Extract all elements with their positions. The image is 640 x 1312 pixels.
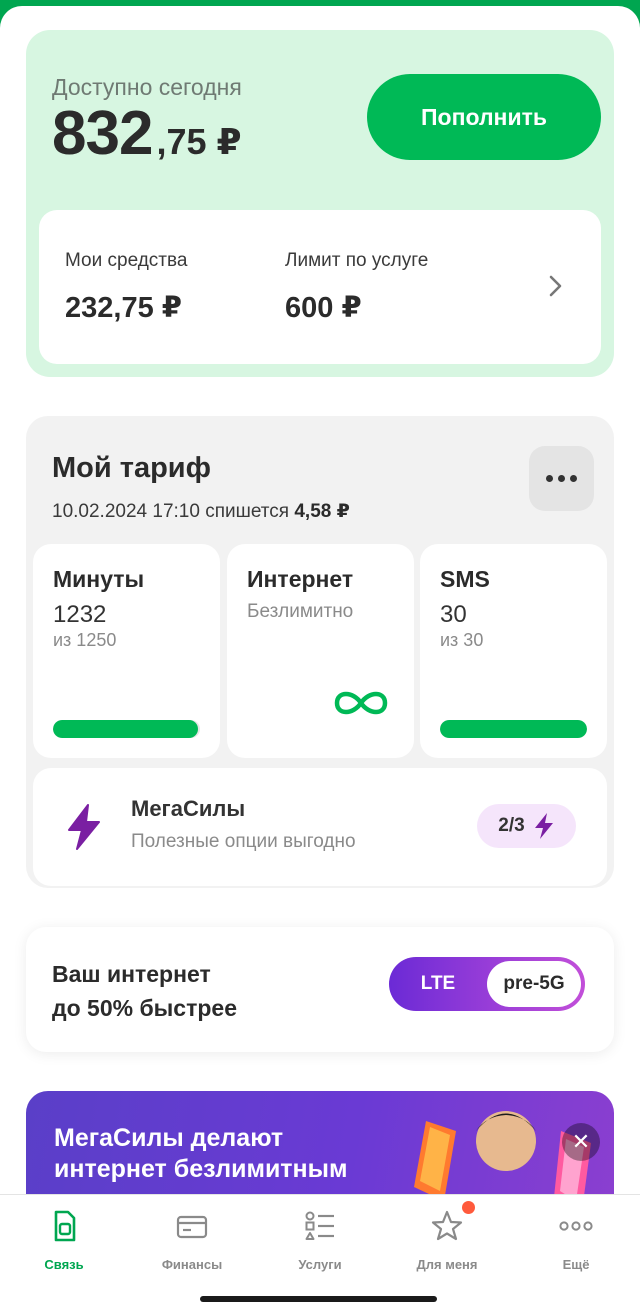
megasily-title: МегаСилы — [131, 796, 246, 821]
topup-button[interactable]: Пополнить — [367, 74, 601, 160]
sms-total: из 30 — [440, 630, 484, 650]
megasily-row[interactable]: МегаСилы Полезные опции выгодно 2/3 — [33, 768, 607, 886]
notification-dot — [462, 1201, 475, 1214]
wallet-icon — [176, 1215, 208, 1239]
lightning-icon — [68, 804, 100, 850]
my-funds-label: Мои средства — [65, 250, 188, 271]
sms-progress-fill — [440, 720, 587, 738]
network-speed-card[interactable]: Ваш интернет до 50% быстрее LTE pre-5G — [26, 927, 614, 1052]
sms-title: SMS — [440, 566, 490, 592]
network-promo-text: Ваш интернет до 50% быстрее — [52, 957, 237, 1025]
megasily-badge-count: 2/3 — [498, 815, 525, 836]
tariff-charge-text: 10.02.2024 17:10 спишется — [52, 501, 290, 522]
my-funds-value: 232,75 ₽ — [65, 292, 182, 324]
balance-amount: 832 ,75 ₽ — [52, 98, 242, 169]
promo-line-1: МегаСилы делают — [54, 1124, 284, 1152]
internet-value: Безлимитно — [247, 601, 354, 622]
nav-label-svyaz: Связь — [44, 1257, 84, 1272]
balance-card: Доступно сегодня 832 ,75 ₽ Пополнить Мои… — [26, 30, 614, 377]
chevron-right-icon[interactable] — [543, 274, 567, 298]
bottom-nav: Связь Финансы Услуги Для меня Ещё — [0, 1194, 640, 1312]
balance-amount-fraction: ,75 ₽ — [156, 121, 242, 162]
services-list-icon — [305, 1211, 334, 1240]
tariff-card: Мой тариф 10.02.2024 17:10 спишется 4,58… — [26, 416, 614, 888]
nav-label-services: Услуги — [298, 1257, 342, 1272]
lightning-small-icon — [534, 813, 553, 839]
internet-title: Интернет — [247, 566, 354, 592]
service-limit-value: 600 ₽ — [285, 292, 362, 324]
nav-label-finance: Финансы — [161, 1257, 223, 1272]
more-dots-icon — [559, 1221, 593, 1231]
network-option-pre5g[interactable]: pre-5G — [487, 961, 581, 1007]
balance-amount-integer: 832 — [52, 99, 153, 168]
nav-label-more: Ещё — [562, 1257, 590, 1272]
service-limit-label: Лимит по услуге — [285, 250, 429, 271]
minutes-tile[interactable]: Минуты 1232 из 1250 — [33, 544, 220, 758]
tariff-more-button[interactable] — [529, 446, 594, 511]
infinity-icon — [334, 691, 388, 715]
tariff-charge-amount: 4,58 ₽ — [294, 501, 350, 522]
home-indicator[interactable] — [200, 1296, 437, 1302]
megasily-subtitle: Полезные опции выгодно — [131, 831, 356, 852]
my-funds: Мои средства 232,75 ₽ — [65, 250, 187, 325]
nav-item-services[interactable]: Услуги — [265, 1209, 375, 1272]
network-option-lte[interactable]: LTE — [389, 957, 487, 1011]
nav-item-finance[interactable]: Финансы — [137, 1209, 247, 1272]
sms-value: 30 — [440, 601, 467, 628]
nav-item-for-me[interactable]: Для меня — [392, 1209, 502, 1272]
megasily-badge: 2/3 — [477, 804, 576, 848]
minutes-progress-bar — [53, 720, 200, 738]
tariff-charge-info: 10.02.2024 17:10 спишется 4,58 ₽ — [52, 500, 350, 523]
promo-text: МегаСилы делают интернет безлимитным — [54, 1123, 348, 1185]
app-screen: Доступно сегодня 832 ,75 ₽ Пополнить Мои… — [0, 6, 640, 1312]
tariff-title: Мой тариф — [52, 452, 212, 484]
sms-progress-bar — [440, 720, 587, 738]
service-limit: Лимит по услуге 600 ₽ — [285, 250, 428, 325]
close-icon[interactable]: ✕ — [562, 1123, 600, 1161]
network-mode-toggle[interactable]: LTE pre-5G — [389, 957, 585, 1011]
minutes-value: 1232 — [53, 601, 107, 628]
funds-breakdown[interactable]: Мои средства 232,75 ₽ Лимит по услуге 60… — [39, 210, 601, 364]
balance-label: Доступно сегодня — [52, 74, 242, 100]
nav-item-more[interactable]: Ещё — [521, 1209, 631, 1272]
minutes-title: Минуты — [53, 566, 145, 592]
promo-line-2: интернет безлимитным — [54, 1155, 348, 1183]
network-line-1: Ваш интернет — [52, 961, 211, 987]
nav-label-for-me: Для меня — [416, 1257, 478, 1272]
nav-item-svyaz[interactable]: Связь — [9, 1209, 119, 1272]
minutes-progress-fill — [53, 720, 198, 738]
sms-tile[interactable]: SMS 30 из 30 — [420, 544, 607, 758]
sim-icon — [54, 1210, 76, 1242]
more-dots-icon — [546, 475, 553, 482]
internet-tile[interactable]: Интернет Безлимитно — [227, 544, 414, 758]
network-line-2: до 50% быстрее — [52, 995, 237, 1021]
star-icon — [431, 1210, 463, 1241]
minutes-total: из 1250 — [53, 630, 117, 650]
